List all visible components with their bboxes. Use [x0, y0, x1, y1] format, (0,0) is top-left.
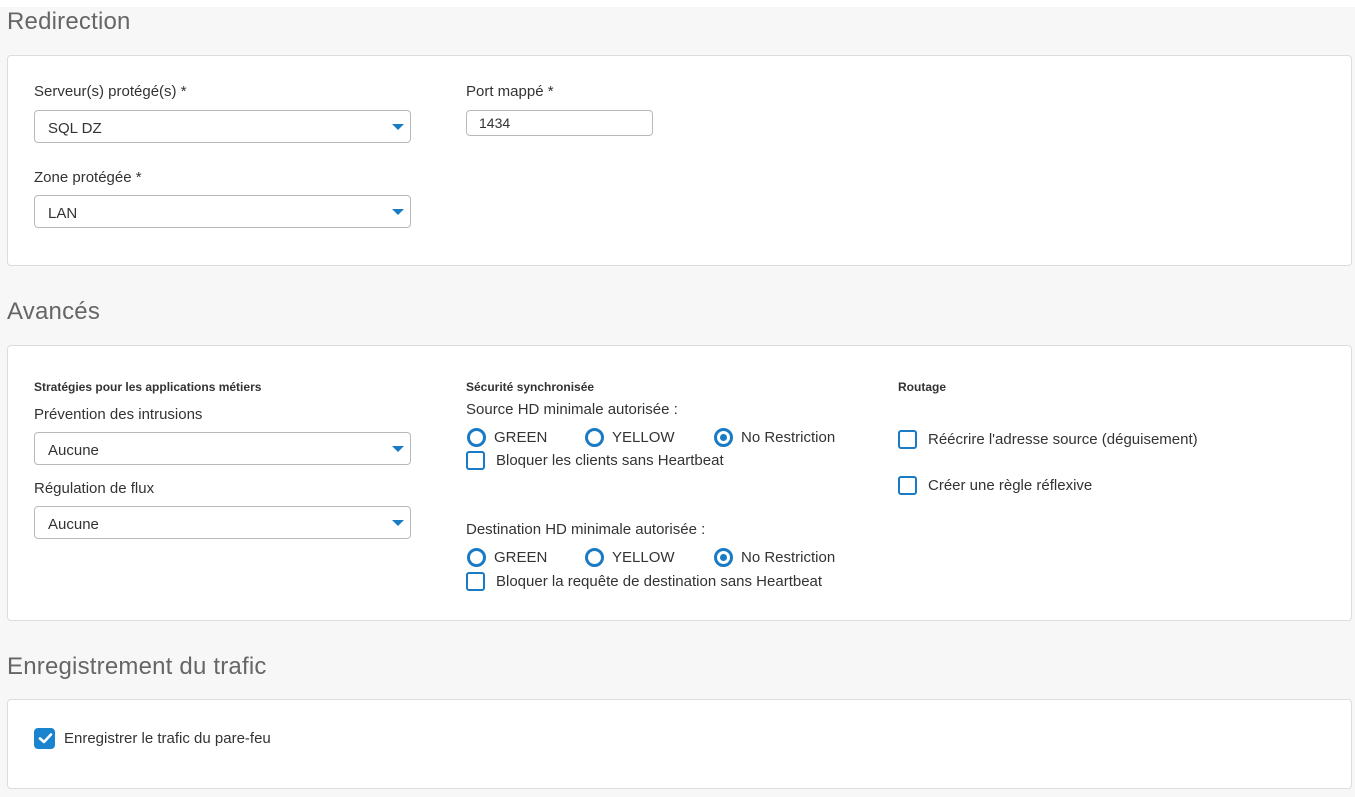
chevron-down-icon — [392, 209, 404, 215]
radio-selected-icon — [714, 547, 733, 567]
masquerade-checkbox[interactable]: Réécrire l'adresse source (déguisement) — [898, 430, 1198, 449]
ips-select[interactable]: Aucune — [34, 432, 411, 465]
block-clients-no-heartbeat-checkbox[interactable]: Bloquer les clients sans Heartbeat — [466, 451, 724, 470]
radio-label: No Restriction — [741, 428, 836, 446]
checkbox-icon — [466, 451, 485, 470]
source-radio-yellow[interactable]: YELLOW — [585, 427, 714, 447]
checkbox-icon — [898, 430, 917, 449]
mapped-port-label: Port mappé * — [466, 83, 554, 100]
radio-selected-icon — [714, 427, 733, 447]
source-radio-no-restriction[interactable]: No Restriction — [714, 427, 836, 447]
routing-heading: Routage — [898, 380, 946, 394]
source-radio-green[interactable]: GREEN — [467, 427, 585, 447]
radio-icon — [585, 427, 604, 447]
radio-label: No Restriction — [741, 548, 836, 566]
traffic-shaping-value: Aucune — [48, 516, 99, 533]
section-title-logging: Enregistrement du trafic — [7, 653, 267, 680]
checkbox-label: Enregistrer le trafic du pare-feu — [64, 730, 271, 747]
traffic-shaping-select[interactable]: Aucune — [34, 506, 411, 539]
sync-security-heading: Sécurité synchronisée — [466, 380, 595, 394]
destination-hd-label: Destination HD minimale autorisée : — [466, 521, 706, 538]
radio-label: YELLOW — [612, 548, 675, 566]
reflexive-rule-checkbox[interactable]: Créer une règle réflexive — [898, 476, 1092, 495]
radio-label: YELLOW — [612, 428, 675, 446]
radio-label: GREEN — [494, 428, 548, 446]
top-strip — [0, 0, 1355, 7]
protected-zone-label: Zone protégée * — [34, 169, 142, 186]
destination-radio-yellow[interactable]: YELLOW — [585, 547, 714, 567]
section-title-redirection: Redirection — [7, 8, 131, 35]
protected-zone-value: LAN — [48, 205, 78, 222]
checkbox-icon — [466, 572, 485, 591]
block-destination-no-heartbeat-checkbox[interactable]: Bloquer la requête de destination sans H… — [466, 572, 822, 591]
radio-icon — [467, 427, 486, 447]
checkbox-label: Bloquer les clients sans Heartbeat — [496, 452, 724, 469]
checkbox-icon — [898, 476, 917, 495]
checkbox-label: Bloquer la requête de destination sans H… — [496, 573, 823, 590]
chevron-down-icon — [392, 446, 404, 452]
logging-panel: Enregistrer le trafic du pare-feu — [7, 699, 1352, 789]
log-firewall-traffic-checkbox[interactable]: Enregistrer le trafic du pare-feu — [34, 728, 271, 749]
mapped-port-input[interactable] — [466, 110, 653, 136]
ips-label: Prévention des intrusions — [34, 406, 203, 423]
checkmark-icon — [38, 733, 53, 744]
destination-radio-no-restriction[interactable]: No Restriction — [714, 547, 836, 567]
destination-radio-green[interactable]: GREEN — [467, 547, 585, 567]
destination-hd-radio-group: GREEN YELLOW No Restriction — [467, 547, 835, 567]
protected-servers-select[interactable]: SQL DZ — [34, 110, 411, 143]
radio-icon — [467, 547, 486, 567]
checkbox-checked-icon — [34, 728, 55, 749]
radio-icon — [585, 547, 604, 567]
business-app-heading: Stratégies pour les applications métiers — [34, 380, 262, 394]
redirection-panel: Serveur(s) protégé(s) * SQL DZ Port mapp… — [7, 55, 1352, 266]
checkbox-label: Créer une règle réflexive — [928, 477, 1093, 494]
traffic-shaping-label: Régulation de flux — [34, 480, 155, 497]
checkbox-label: Réécrire l'adresse source (déguisement) — [928, 431, 1198, 448]
protected-zone-select[interactable]: LAN — [34, 195, 411, 228]
advanced-panel: Stratégies pour les applications métiers… — [7, 345, 1352, 621]
source-hd-label: Source HD minimale autorisée : — [466, 401, 678, 418]
source-hd-radio-group: GREEN YELLOW No Restriction — [467, 427, 835, 447]
protected-servers-label: Serveur(s) protégé(s) * — [34, 83, 187, 100]
chevron-down-icon — [392, 520, 404, 526]
protected-servers-value: SQL DZ — [48, 120, 102, 137]
chevron-down-icon — [392, 124, 404, 130]
radio-label: GREEN — [494, 548, 548, 566]
ips-value: Aucune — [48, 442, 99, 459]
section-title-advanced: Avancés — [7, 298, 101, 325]
